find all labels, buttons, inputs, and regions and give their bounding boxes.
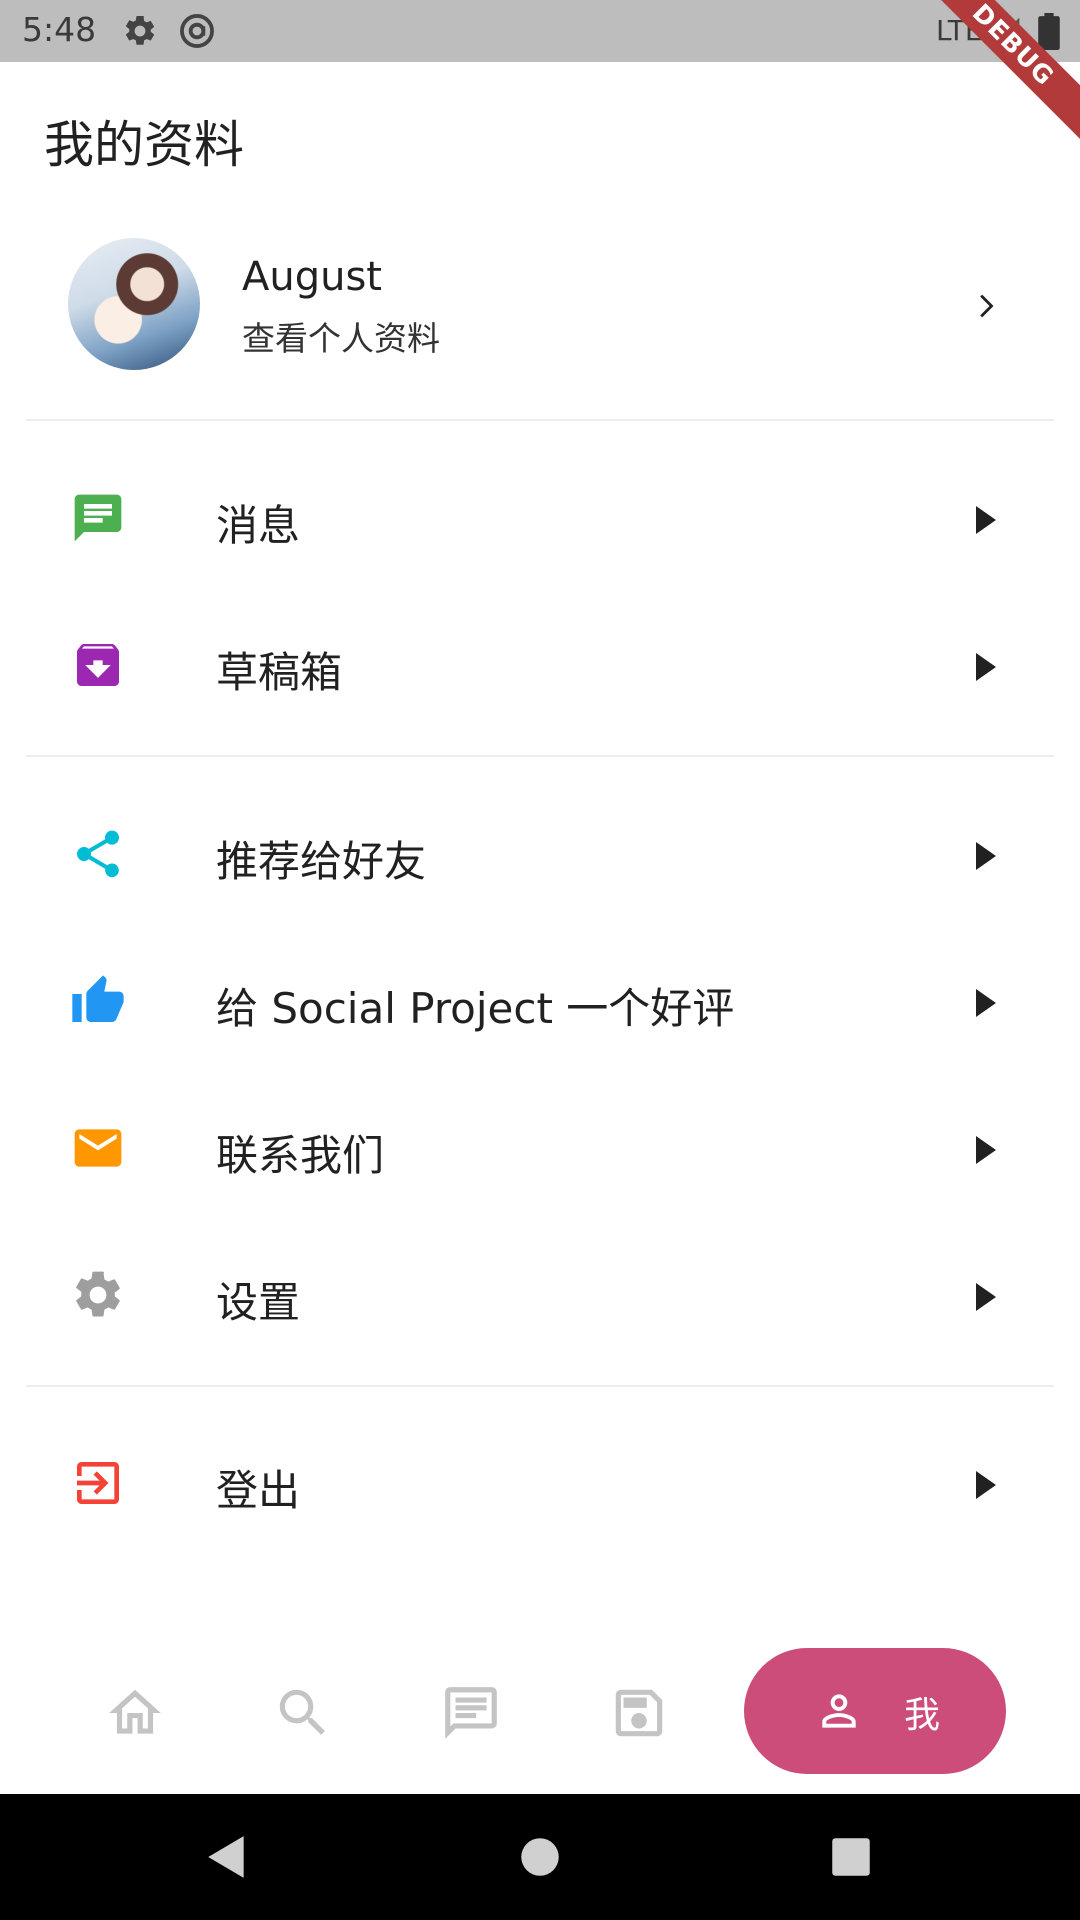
menu-label: 设置 bbox=[216, 1278, 301, 1327]
menu-item-rate[interactable]: 给 Social Project 一个好评 bbox=[26, 931, 1054, 1071]
divider bbox=[26, 755, 1054, 757]
chevron-right-icon bbox=[980, 294, 994, 318]
settings-icon bbox=[125, 15, 155, 45]
menu-item-messages[interactable]: 消息 bbox=[26, 448, 1054, 588]
exit-icon bbox=[77, 1462, 119, 1504]
save-icon[interactable] bbox=[608, 1682, 670, 1744]
arrow-right-icon bbox=[976, 842, 996, 870]
back-icon[interactable] bbox=[202, 1832, 252, 1882]
home-button-icon[interactable] bbox=[515, 1832, 565, 1882]
share-icon bbox=[77, 830, 119, 878]
menu-label: 推荐给好友 bbox=[216, 837, 427, 886]
menu-label: 消息 bbox=[216, 501, 301, 550]
profile-card[interactable]: August 查看个人资料 bbox=[26, 210, 1054, 410]
search-icon[interactable] bbox=[272, 1682, 334, 1744]
thumb-up-icon bbox=[72, 975, 124, 1022]
nav-label-me: 我 bbox=[904, 1695, 941, 1736]
arrow-right-icon bbox=[976, 989, 996, 1017]
archive-icon bbox=[77, 644, 119, 686]
menu-item-logout[interactable]: 登出 bbox=[26, 1413, 1054, 1553]
menu-item-drafts[interactable]: 草稿箱 bbox=[26, 595, 1054, 735]
status-time: 5:48 bbox=[22, 10, 97, 49]
gear-icon bbox=[76, 1271, 120, 1317]
menu-item-settings[interactable]: 设置 bbox=[26, 1225, 1054, 1365]
menu-label: 联系我们 bbox=[216, 1131, 385, 1180]
divider bbox=[26, 419, 1054, 421]
bottom-navigation: 我 bbox=[0, 1630, 1080, 1794]
avatar bbox=[68, 238, 200, 370]
arrow-right-icon bbox=[976, 1136, 996, 1164]
menu-label: 给 Social Project 一个好评 bbox=[216, 984, 735, 1033]
arrow-right-icon bbox=[976, 653, 996, 681]
divider bbox=[26, 1385, 1054, 1387]
message-icon bbox=[74, 494, 122, 542]
mail-icon bbox=[74, 1129, 122, 1167]
arrow-right-icon bbox=[976, 1283, 996, 1311]
menu-item-contact[interactable]: 联系我们 bbox=[26, 1078, 1054, 1218]
message-icon[interactable] bbox=[440, 1682, 502, 1744]
profile-subtitle: 查看个人资料 bbox=[242, 319, 440, 358]
recents-icon[interactable] bbox=[826, 1832, 876, 1882]
nav-item-me[interactable]: 我 bbox=[744, 1648, 1006, 1774]
menu-label: 登出 bbox=[216, 1466, 301, 1515]
arrow-right-icon bbox=[976, 506, 996, 534]
arrow-right-icon bbox=[976, 1471, 996, 1499]
at-sign-icon bbox=[180, 14, 214, 48]
profile-name: August bbox=[242, 254, 382, 300]
page-title: 我的资料 bbox=[44, 116, 244, 174]
status-bar: 5:48 LTE bbox=[0, 0, 1080, 62]
battery-icon bbox=[1038, 13, 1060, 50]
home-icon[interactable] bbox=[104, 1682, 166, 1744]
menu-item-share[interactable]: 推荐给好友 bbox=[26, 784, 1054, 924]
system-navigation-bar bbox=[0, 1794, 1080, 1920]
menu-label: 草稿箱 bbox=[216, 648, 343, 697]
person-icon bbox=[822, 1694, 856, 1728]
